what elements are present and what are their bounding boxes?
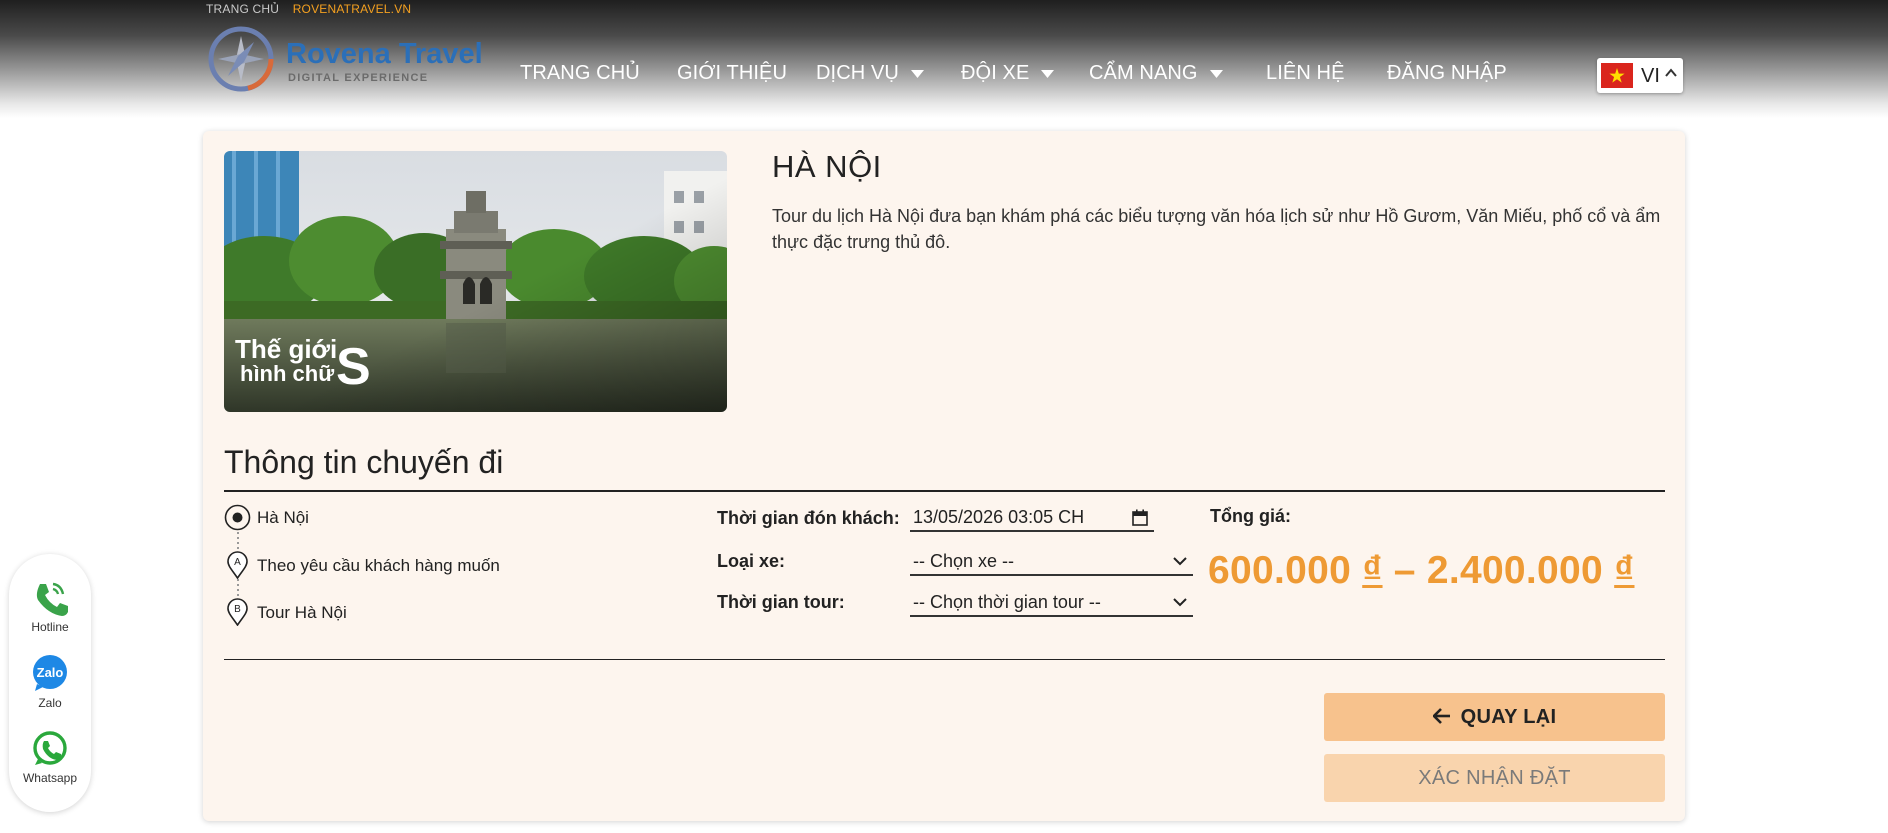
destination-image: Thế giới hình chữ S (224, 151, 727, 412)
nav-label: GIỚI THIỆU (677, 62, 788, 84)
image-caption-letter: S (336, 338, 371, 396)
back-button-label: QUAY LẠI (1460, 706, 1557, 728)
logo-subtitle: DIGITAL EXPERIENCE (288, 72, 429, 84)
breadcrumb-home[interactable]: TRANG CHỦ (206, 2, 279, 16)
chevron-down-icon (1173, 557, 1187, 566)
destination-title: HÀ NỘI (772, 149, 882, 184)
whatsapp-label: Whatsapp (22, 771, 78, 785)
logo[interactable]: Rovena Travel DIGITAL EXPERIENCE (206, 24, 486, 96)
caret-down-icon (1209, 69, 1223, 78)
tour-duration-value: -- Chọn thời gian tour -- (913, 592, 1101, 612)
currency-symbol: ₫ (1614, 549, 1635, 592)
svg-text:B: B (234, 604, 241, 615)
divider-top (224, 490, 1665, 492)
price-separator: – (1393, 549, 1416, 592)
nav-label: ĐỘI XE (961, 62, 1030, 84)
route-connector (237, 532, 239, 550)
pin-a-icon: A (227, 551, 248, 579)
svg-text:A: A (234, 557, 241, 568)
back-button[interactable]: QUAY LẠI (1324, 693, 1665, 741)
language-code: VI (1641, 65, 1660, 87)
nav-item-guide[interactable]: CẨM NANG (1089, 62, 1223, 85)
whatsapp-button[interactable]: Whatsapp (9, 729, 91, 785)
price-max: 2.400.000 (1426, 549, 1604, 592)
nav-label: LIÊN HỆ (1266, 62, 1345, 84)
hotline-label: Hotline (31, 620, 69, 634)
nav-item-home[interactable]: TRANG CHỦ (520, 62, 640, 85)
image-caption-line1: Thế giới (235, 334, 337, 364)
chevron-down-icon (1173, 598, 1187, 607)
language-selector[interactable]: VI (1597, 58, 1683, 93)
duration-label: Thời gian tour: (717, 592, 845, 612)
nav-item-login[interactable]: ĐĂNG NHẬP (1387, 62, 1507, 85)
vietnam-flag-icon (1601, 63, 1633, 88)
nav-label: CẨM NANG (1089, 62, 1198, 84)
stop-label: Tour Hà Nội (257, 603, 347, 622)
whatsapp-icon (33, 731, 67, 765)
contact-widget: Hotline Zalo Zalo Whatsapp (9, 554, 91, 812)
nav-label: TRANG CHỦ (520, 62, 640, 84)
site-header: TRANG CHỦ ROVENATRAVEL.VN Rovena Travel … (0, 0, 1888, 118)
zalo-icon: Zalo (33, 655, 67, 691)
tour-duration-select[interactable]: -- Chọn thời gian tour -- (910, 591, 1193, 617)
price-min: 600.000 (1208, 549, 1352, 592)
phone-icon (36, 582, 68, 616)
nav-item-about[interactable]: GIỚI THIỆU (677, 62, 787, 85)
destination-description: Tour du lịch Hà Nội đưa bạn khám phá các… (772, 206, 1661, 252)
nav-item-services[interactable]: DỊCH VỤ (816, 62, 924, 85)
nav-item-contact[interactable]: LIÊN HỆ (1266, 62, 1345, 85)
nav-label: ĐĂNG NHẬP (1387, 62, 1507, 84)
caret-down-icon (910, 69, 924, 78)
image-caption-line2: hình chữ (240, 361, 334, 386)
confirm-button-label: XÁC NHẬN ĐẶT (1418, 767, 1571, 789)
stop-label: Hà Nội (257, 508, 309, 527)
pickup-datetime-input[interactable]: 13/05/2026 03:05 CH (910, 506, 1154, 532)
divider-bottom (224, 659, 1665, 660)
origin-dot-icon (224, 504, 251, 531)
breadcrumb-site[interactable]: ROVENATRAVEL.VN (293, 2, 412, 16)
compass-icon (208, 26, 274, 92)
nav-item-fleet[interactable]: ĐỘI XE (961, 62, 1055, 85)
vehicle-select[interactable]: -- Chọn xe -- (910, 550, 1193, 576)
stop-label: Theo yêu cầu khách hàng muốn (257, 556, 500, 575)
tour-booking-card: Thế giới hình chữ S HÀ NỘI Tour du lịch … (203, 131, 1685, 821)
pickup-label: Thời gian đón khách: (717, 508, 900, 528)
svg-text:Zalo: Zalo (37, 665, 64, 680)
arrow-left-icon (1432, 707, 1450, 724)
total-price-label: Tổng giá: (1210, 506, 1291, 526)
vehicle-label: Loại xe: (717, 551, 786, 571)
hotline-button[interactable]: Hotline (9, 578, 91, 634)
section-title: Thông tin chuyến đi (224, 444, 504, 480)
total-price-value: 600.000 ₫ – 2.400.000 ₫ (1208, 549, 1635, 593)
currency-symbol: ₫ (1362, 549, 1383, 592)
pin-b-icon: B (227, 598, 248, 626)
breadcrumb: TRANG CHỦ ROVENATRAVEL.VN (206, 2, 411, 16)
zalo-label: Zalo (38, 696, 62, 710)
route-connector (237, 579, 239, 597)
pickup-datetime-value: 13/05/2026 03:05 CH (913, 507, 1085, 527)
calendar-icon[interactable] (1132, 509, 1148, 526)
zalo-button[interactable]: Zalo Zalo (9, 654, 91, 710)
nav-label: DỊCH VỤ (816, 62, 899, 84)
logo-title: Rovena Travel (286, 38, 483, 70)
vehicle-select-value: -- Chọn xe -- (913, 551, 1015, 571)
chevron-up-icon (1665, 68, 1677, 77)
caret-down-icon (1041, 69, 1055, 78)
confirm-booking-button[interactable]: XÁC NHẬN ĐẶT (1324, 754, 1665, 802)
